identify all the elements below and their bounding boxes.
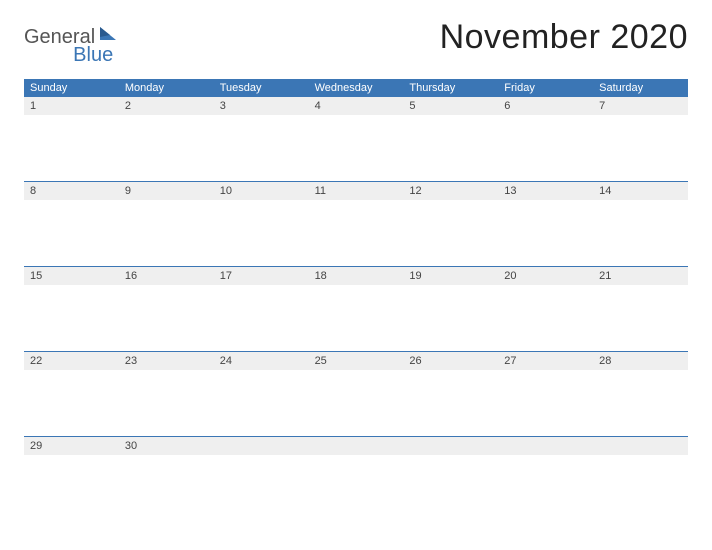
date-cell: 25 xyxy=(309,352,404,370)
week-row: 22 23 24 25 26 27 28 xyxy=(24,351,688,436)
day-header-monday: Monday xyxy=(119,79,214,97)
date-body-row xyxy=(24,200,688,266)
brand-logo: General Blue xyxy=(24,18,113,67)
date-cell: 19 xyxy=(403,267,498,285)
week-row: 15 16 17 18 19 20 21 xyxy=(24,266,688,351)
date-cell: 3 xyxy=(214,97,309,115)
date-body-row xyxy=(24,115,688,181)
date-cell: 6 xyxy=(498,97,593,115)
date-cell: 23 xyxy=(119,352,214,370)
date-cell: 12 xyxy=(403,182,498,200)
date-number-row: 22 23 24 25 26 27 28 xyxy=(24,352,688,370)
brand-word-2: Blue xyxy=(73,44,113,67)
date-cell: 2 xyxy=(119,97,214,115)
day-header-saturday: Saturday xyxy=(593,79,688,97)
calendar: Sunday Monday Tuesday Wednesday Thursday… xyxy=(24,79,688,521)
date-cell: 27 xyxy=(498,352,593,370)
date-cell: 24 xyxy=(214,352,309,370)
date-number-row: 1 2 3 4 5 6 7 xyxy=(24,97,688,115)
date-cell: 7 xyxy=(593,97,688,115)
date-cell: 4 xyxy=(309,97,404,115)
date-cell: 9 xyxy=(119,182,214,200)
date-cell xyxy=(403,437,498,455)
day-header-thursday: Thursday xyxy=(403,79,498,97)
date-body-row xyxy=(24,455,688,521)
date-number-row: 29 30 xyxy=(24,437,688,455)
date-cell: 22 xyxy=(24,352,119,370)
header: General Blue November 2020 xyxy=(24,18,688,67)
date-cell: 17 xyxy=(214,267,309,285)
date-cell: 28 xyxy=(593,352,688,370)
page-title: November 2020 xyxy=(440,18,688,57)
calendar-body: 1 2 3 4 5 6 7 8 9 10 11 12 13 14 xyxy=(24,97,688,521)
date-cell: 14 xyxy=(593,182,688,200)
day-header-friday: Friday xyxy=(498,79,593,97)
date-cell: 15 xyxy=(24,267,119,285)
date-cell: 16 xyxy=(119,267,214,285)
date-number-row: 8 9 10 11 12 13 14 xyxy=(24,182,688,200)
date-cell: 18 xyxy=(309,267,404,285)
date-cell: 8 xyxy=(24,182,119,200)
date-cell: 13 xyxy=(498,182,593,200)
date-cell: 21 xyxy=(593,267,688,285)
day-header-row: Sunday Monday Tuesday Wednesday Thursday… xyxy=(24,79,688,97)
date-body-row xyxy=(24,285,688,351)
date-number-row: 15 16 17 18 19 20 21 xyxy=(24,267,688,285)
date-cell xyxy=(309,437,404,455)
date-cell: 11 xyxy=(309,182,404,200)
date-cell xyxy=(593,437,688,455)
date-cell: 29 xyxy=(24,437,119,455)
date-cell: 10 xyxy=(214,182,309,200)
date-body-row xyxy=(24,370,688,436)
date-cell xyxy=(498,437,593,455)
day-header-wednesday: Wednesday xyxy=(309,79,404,97)
date-cell: 20 xyxy=(498,267,593,285)
date-cell: 5 xyxy=(403,97,498,115)
week-row: 29 30 xyxy=(24,436,688,521)
date-cell: 26 xyxy=(403,352,498,370)
day-header-tuesday: Tuesday xyxy=(214,79,309,97)
date-cell: 1 xyxy=(24,97,119,115)
date-cell: 30 xyxy=(119,437,214,455)
day-header-sunday: Sunday xyxy=(24,79,119,97)
week-row: 8 9 10 11 12 13 14 xyxy=(24,181,688,266)
date-cell xyxy=(214,437,309,455)
week-row: 1 2 3 4 5 6 7 xyxy=(24,97,688,181)
